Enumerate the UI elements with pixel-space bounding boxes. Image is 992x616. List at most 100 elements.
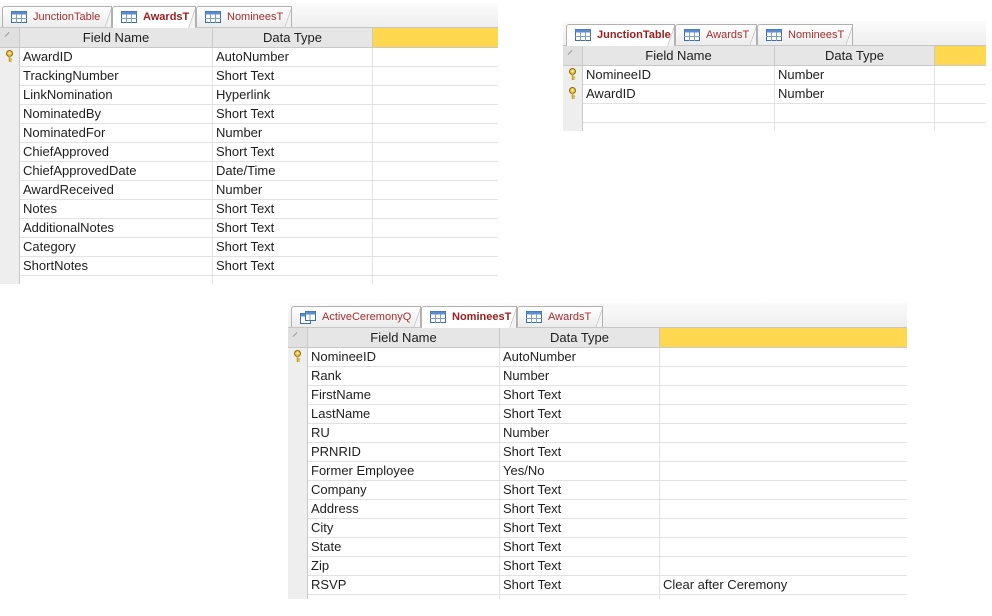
table-row[interactable]: Zip Short Text xyxy=(288,557,907,576)
description-cell[interactable] xyxy=(935,85,986,103)
table-row[interactable]: City Short Text xyxy=(288,519,907,538)
data-type-cell[interactable]: Short Text xyxy=(500,481,660,499)
table-row[interactable]: Notes Short Text xyxy=(0,200,498,219)
field-name-cell[interactable]: LastName xyxy=(308,405,500,423)
table-row[interactable]: NominatedBy Short Text xyxy=(0,105,498,124)
field-name-cell[interactable]: Former Employee xyxy=(308,462,500,480)
description-cell[interactable] xyxy=(660,519,907,537)
data-type-cell[interactable]: AutoNumber xyxy=(500,348,660,366)
empty-row[interactable] xyxy=(563,104,986,123)
data-type-cell[interactable]: Date/Time xyxy=(213,162,373,180)
data-type-cell[interactable]: Short Text xyxy=(213,219,373,237)
table-row[interactable]: NomineeID AutoNumber xyxy=(288,348,907,367)
field-name-cell[interactable]: NominatedFor xyxy=(20,124,213,142)
empty-row[interactable] xyxy=(563,123,986,131)
field-name-cell[interactable]: Zip xyxy=(308,557,500,575)
tab-activeceremonyq[interactable]: ActiveCeremonyQ xyxy=(291,306,421,327)
field-name-cell[interactable]: LinkNomination xyxy=(20,86,213,104)
row-selector[interactable] xyxy=(288,367,308,386)
field-name-cell[interactable]: AwardReceived xyxy=(20,181,213,199)
empty-cell[interactable] xyxy=(308,595,500,599)
row-selector[interactable] xyxy=(288,424,308,443)
description-cell[interactable] xyxy=(373,219,498,237)
description-cell[interactable] xyxy=(373,162,498,180)
row-selector[interactable] xyxy=(0,67,20,86)
field-name-cell[interactable]: TrackingNumber xyxy=(20,67,213,85)
data-type-cell[interactable]: Short Text xyxy=(213,143,373,161)
row-selector[interactable] xyxy=(0,200,20,219)
table-row[interactable]: State Short Text xyxy=(288,538,907,557)
table-row[interactable]: ChiefApprovedDate Date/Time xyxy=(0,162,498,181)
row-selector[interactable] xyxy=(563,123,583,131)
tab-awardst[interactable]: AwardsT xyxy=(517,306,603,327)
table-row[interactable]: ShortNotes Short Text xyxy=(0,257,498,276)
table-row[interactable]: TrackingNumber Short Text xyxy=(0,67,498,86)
tab-awardst[interactable]: AwardsT xyxy=(675,24,757,45)
row-selector[interactable] xyxy=(288,538,308,557)
row-selector[interactable] xyxy=(0,181,20,200)
empty-cell[interactable] xyxy=(213,276,373,284)
field-name-cell[interactable]: State xyxy=(308,538,500,556)
table-row[interactable]: RU Number xyxy=(288,424,907,443)
description-cell[interactable] xyxy=(660,443,907,461)
field-name-cell[interactable]: RU xyxy=(308,424,500,442)
select-all-corner[interactable] xyxy=(563,46,583,65)
data-type-cell[interactable]: Short Text xyxy=(500,443,660,461)
data-type-cell[interactable]: Short Text xyxy=(500,557,660,575)
row-selector[interactable] xyxy=(288,595,308,599)
data-type-cell[interactable]: Short Text xyxy=(500,576,660,594)
row-selector[interactable] xyxy=(288,481,308,500)
description-cell[interactable] xyxy=(373,143,498,161)
description-cell[interactable] xyxy=(660,367,907,385)
table-row[interactable]: AwardID Number xyxy=(563,85,986,104)
field-name-cell[interactable]: RSVP xyxy=(308,576,500,594)
tab-junctiontable[interactable]: JunctionTable xyxy=(2,6,112,27)
tab-nomineest[interactable]: NomineesT xyxy=(757,24,853,45)
row-selector[interactable] xyxy=(288,386,308,405)
description-cell[interactable] xyxy=(373,257,498,275)
field-name-cell[interactable]: ShortNotes xyxy=(20,257,213,275)
description-cell[interactable] xyxy=(373,105,498,123)
row-selector[interactable] xyxy=(288,348,308,367)
tab-nomineest[interactable]: NomineesT xyxy=(196,6,292,27)
description-cell[interactable] xyxy=(373,67,498,85)
field-name-cell[interactable]: AwardID xyxy=(20,48,213,66)
table-row[interactable]: Address Short Text xyxy=(288,500,907,519)
description-cell[interactable] xyxy=(660,462,907,480)
tab-junctiontable[interactable]: JunctionTable xyxy=(566,24,675,46)
table-row[interactable]: Former Employee Yes/No xyxy=(288,462,907,481)
row-selector[interactable] xyxy=(288,405,308,424)
row-selector[interactable] xyxy=(0,105,20,124)
field-name-cell[interactable]: ChiefApprovedDate xyxy=(20,162,213,180)
data-type-cell[interactable]: Short Text xyxy=(500,405,660,423)
field-name-cell[interactable]: NomineeID xyxy=(583,66,775,84)
empty-cell[interactable] xyxy=(775,123,935,131)
description-cell[interactable] xyxy=(373,86,498,104)
row-selector[interactable] xyxy=(563,66,583,85)
row-selector[interactable] xyxy=(0,219,20,238)
row-selector[interactable] xyxy=(288,462,308,481)
data-type-cell[interactable]: Number xyxy=(775,66,935,84)
table-row[interactable]: AwardReceived Number xyxy=(0,181,498,200)
empty-row[interactable] xyxy=(0,276,498,284)
data-type-cell[interactable]: Number xyxy=(213,124,373,142)
tab-awardst[interactable]: AwardsT xyxy=(112,6,196,28)
data-type-cell[interactable]: Short Text xyxy=(213,238,373,256)
row-selector[interactable] xyxy=(0,162,20,181)
description-cell[interactable] xyxy=(660,481,907,499)
field-name-cell[interactable]: AdditionalNotes xyxy=(20,219,213,237)
row-selector[interactable] xyxy=(288,576,308,595)
data-type-cell[interactable]: Number xyxy=(500,367,660,385)
table-row[interactable]: NominatedFor Number xyxy=(0,124,498,143)
table-row[interactable]: Rank Number xyxy=(288,367,907,386)
description-cell[interactable] xyxy=(373,238,498,256)
data-type-cell[interactable]: Short Text xyxy=(500,500,660,518)
table-row[interactable]: ChiefApproved Short Text xyxy=(0,143,498,162)
row-selector[interactable] xyxy=(288,557,308,576)
empty-cell[interactable] xyxy=(20,276,213,284)
select-all-corner[interactable] xyxy=(0,28,20,47)
empty-cell[interactable] xyxy=(775,104,935,122)
data-type-cell[interactable]: Short Text xyxy=(500,538,660,556)
field-name-cell[interactable]: FirstName xyxy=(308,386,500,404)
field-name-cell[interactable]: Address xyxy=(308,500,500,518)
